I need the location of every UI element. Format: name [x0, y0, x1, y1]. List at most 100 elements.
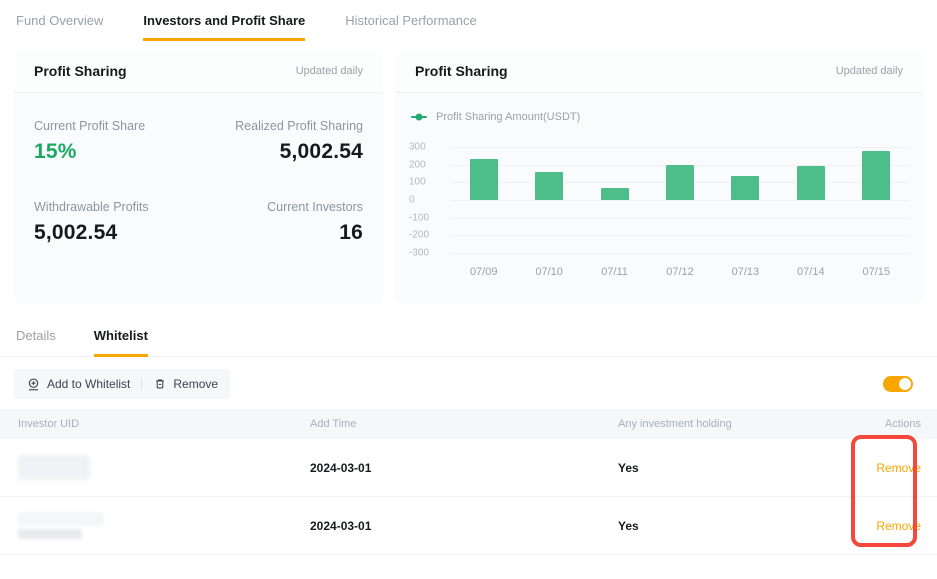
stat-value: 16 [199, 221, 364, 245]
bar [862, 151, 890, 200]
investor-uid-cell [18, 512, 310, 539]
x-tick-label: 07/11 [582, 266, 647, 278]
table-row: 2024-03-01 Yes Remove [0, 497, 937, 555]
profit-sharing-chart-card: Profit Sharing Updated daily Profit Shar… [395, 49, 923, 304]
toggle-knob [899, 378, 911, 390]
y-tick-label: 200 [409, 159, 426, 170]
summary-card-updated-label: Updated daily [296, 65, 363, 77]
add-to-whitelist-button[interactable]: Add to Whitelist [26, 377, 130, 392]
bar [666, 165, 694, 200]
col-header-add-time: Add Time [310, 418, 618, 430]
x-tick-label: 07/12 [647, 266, 712, 278]
cards-row: Profit Sharing Updated daily Current Pro… [0, 41, 937, 304]
stat-label: Current Investors [199, 200, 364, 214]
x-tick-label: 07/13 [713, 266, 778, 278]
y-tick-label: -100 [409, 212, 429, 223]
chart-card-header: Profit Sharing Updated daily [395, 49, 923, 93]
whitelist-toolbar: Add to Whitelist Remove [14, 369, 230, 399]
whitelist-toggle[interactable] [883, 376, 913, 392]
chart-body: Profit Sharing Amount(USDT) 300 200 100 0 -1… [395, 93, 923, 278]
profit-sharing-summary-card: Profit Sharing Updated daily Current Pro… [14, 49, 383, 304]
add-to-whitelist-label: Add to Whitelist [47, 377, 130, 391]
y-tick-label: 300 [409, 142, 426, 153]
bar-slot [844, 147, 909, 253]
table-row: 2024-03-01 Yes Remove [0, 439, 937, 497]
page-tab-bar: Fund Overview Investors and Profit Share… [0, 0, 937, 41]
redacted-uid [18, 455, 90, 480]
stat-current-profit-share: Current Profit Share 15% [34, 119, 199, 164]
stat-current-investors: Current Investors 16 [199, 200, 364, 245]
stat-realized-profit-sharing: Realized Profit Sharing 5,002.54 [199, 119, 364, 164]
x-tick-label: 07/14 [778, 266, 843, 278]
actions-cell: Remove [843, 461, 921, 475]
x-tick-label: 07/10 [516, 266, 581, 278]
stat-label: Withdrawable Profits [34, 200, 199, 214]
bar-chart: 3002001000-100-200-300 [409, 147, 909, 253]
bar-slot [516, 147, 581, 253]
chart-y-axis: 3002001000-100-200-300 [409, 147, 451, 253]
stat-withdrawable-profits: Withdrawable Profits 5,002.54 [34, 200, 199, 245]
investors-profit-share-page: Fund Overview Investors and Profit Share… [0, 0, 937, 579]
whitelist-table: Investor UID Add Time Any investment hol… [0, 409, 937, 555]
remove-row-link[interactable]: Remove [876, 461, 921, 475]
summary-stats: Current Profit Share 15% Realized Profit… [14, 93, 383, 271]
stat-label: Realized Profit Sharing [199, 119, 364, 133]
y-tick-label: -300 [409, 248, 429, 259]
stat-value: 5,002.54 [199, 140, 364, 164]
bar [797, 166, 825, 200]
add-time-cell: 2024-03-01 [310, 519, 618, 533]
toolbar-divider [141, 377, 142, 391]
chart-legend[interactable]: Profit Sharing Amount(USDT) [411, 111, 909, 123]
section-tab-bar: Details Whitelist [0, 304, 937, 357]
bars-layer [451, 147, 909, 253]
summary-card-title: Profit Sharing [34, 63, 127, 79]
remove-button[interactable]: Remove [153, 377, 218, 391]
col-header-actions: Actions [843, 418, 921, 430]
holding-cell: Yes [618, 519, 843, 533]
bar-slot [778, 147, 843, 253]
chart-x-axis: 07/0907/1007/1107/1207/1307/1407/15 [451, 266, 909, 278]
tab-historical-performance[interactable]: Historical Performance [345, 13, 477, 41]
col-header-investor-uid: Investor UID [18, 418, 310, 430]
legend-line-marker-icon [411, 116, 427, 118]
redacted-uid [18, 529, 82, 539]
summary-card-header: Profit Sharing Updated daily [14, 49, 383, 93]
tab-whitelist[interactable]: Whitelist [94, 328, 148, 357]
bar [470, 159, 498, 200]
bar-slot [713, 147, 778, 253]
y-tick-label: -200 [409, 230, 429, 241]
grid-line [451, 253, 909, 254]
y-tick-label: 100 [409, 177, 426, 188]
remove-button-label: Remove [173, 377, 218, 391]
bar [731, 176, 759, 200]
add-time-cell: 2024-03-01 [310, 461, 618, 475]
tab-investors-and-profit-share[interactable]: Investors and Profit Share [143, 13, 305, 41]
bar-slot [647, 147, 712, 253]
col-header-investment-holding: Any investment holding [618, 418, 843, 430]
redacted-uid [18, 512, 104, 526]
y-tick-label: 0 [409, 195, 415, 206]
remove-row-link[interactable]: Remove [876, 519, 921, 533]
bar-slot [582, 147, 647, 253]
table-header-row: Investor UID Add Time Any investment hol… [0, 409, 937, 439]
chart-plot [451, 147, 909, 253]
tab-fund-overview[interactable]: Fund Overview [16, 13, 103, 41]
bar-slot [451, 147, 516, 253]
investor-uid-cell [18, 455, 310, 480]
chart-card-updated-label: Updated daily [836, 65, 903, 77]
bar [601, 188, 629, 200]
stat-value: 5,002.54 [34, 221, 199, 245]
actions-cell: Remove [843, 519, 921, 533]
chart-card-title: Profit Sharing [415, 63, 508, 79]
x-tick-label: 07/15 [844, 266, 909, 278]
stat-label: Current Profit Share [34, 119, 199, 133]
trash-icon [153, 377, 167, 391]
holding-cell: Yes [618, 461, 843, 475]
whitelist-toolbar-row: Add to Whitelist Remove [0, 357, 937, 409]
add-to-whitelist-icon [26, 377, 41, 392]
tab-details[interactable]: Details [16, 328, 56, 356]
x-tick-label: 07/09 [451, 266, 516, 278]
stat-value: 15% [34, 140, 199, 164]
legend-label: Profit Sharing Amount(USDT) [436, 111, 580, 123]
bar [535, 172, 563, 200]
